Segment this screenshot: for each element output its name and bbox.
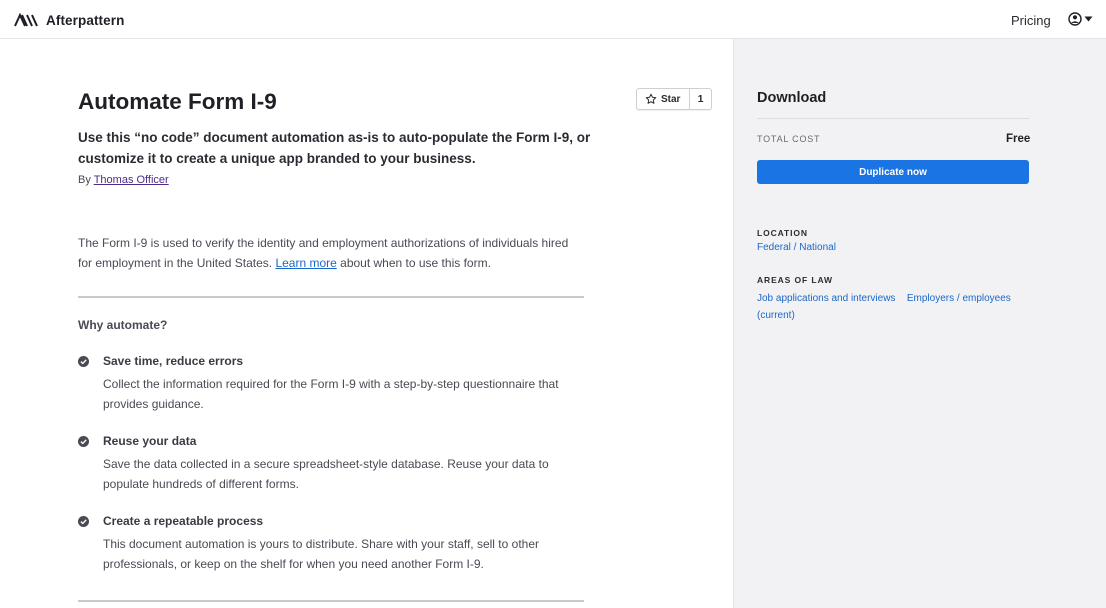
- feature-title: Reuse your data: [103, 434, 197, 448]
- feature-description: Collect the information required for the…: [103, 377, 559, 411]
- location-link[interactable]: Federal / National: [757, 242, 836, 253]
- byline-prefix: By: [78, 174, 91, 186]
- nav-pricing-link[interactable]: Pricing: [1011, 13, 1051, 28]
- sidebar-divider: [757, 118, 1029, 119]
- feature-description: Save the data collected in a secure spre…: [103, 457, 549, 491]
- intro-text-end: about when to use this form.: [336, 255, 491, 270]
- check-circle-icon: [78, 516, 89, 527]
- intro-paragraph: The Form I-9 is used to verify the ident…: [78, 234, 584, 273]
- check-circle-icon: [78, 436, 89, 447]
- brand-logo-link[interactable]: Afterpattern: [14, 10, 124, 30]
- feature-title: Create a repeatable process: [103, 514, 264, 528]
- page-title: Automate Form I-9: [78, 89, 277, 114]
- section-divider: [78, 600, 584, 602]
- feature-title: Save time, reduce errors: [103, 354, 244, 368]
- location-label: LOCATION: [757, 228, 808, 238]
- author-link[interactable]: Thomas Officer: [94, 174, 169, 186]
- caret-down-icon: [1084, 16, 1093, 22]
- check-circle-icon: [78, 356, 89, 367]
- total-cost-value: Free: [1006, 133, 1031, 145]
- area-of-law-link[interactable]: Job applications and interviews: [757, 293, 895, 304]
- duplicate-now-button[interactable]: Duplicate now: [757, 160, 1029, 184]
- top-navigation-bar: Afterpattern Pricing: [0, 0, 1106, 39]
- account-menu-button[interactable]: [1068, 12, 1093, 26]
- star-button[interactable]: Star 1: [636, 88, 712, 110]
- star-toggle[interactable]: Star: [637, 89, 689, 109]
- star-icon: [645, 93, 657, 104]
- areas-of-law-list: Job applications and interviews Employer…: [757, 289, 1037, 323]
- download-sidebar: Download TOTAL COST Free Duplicate now L…: [733, 39, 1106, 608]
- byline: By Thomas Officer: [78, 174, 169, 186]
- areas-of-law-label: AREAS OF LAW: [757, 275, 833, 285]
- page-subtitle: Use this “no code” document automation a…: [78, 130, 591, 166]
- user-circle-icon: [1068, 12, 1082, 26]
- download-heading: Download: [757, 90, 827, 106]
- star-count: 1: [689, 89, 711, 109]
- why-automate-heading: Why automate?: [78, 318, 168, 332]
- brand-name: Afterpattern: [46, 12, 125, 28]
- star-label: Star: [661, 93, 681, 105]
- section-divider: [78, 296, 584, 298]
- afterpattern-logo-icon: [14, 13, 38, 27]
- feature-description: This document automation is yours to dis…: [103, 537, 539, 571]
- total-cost-label: TOTAL COST: [757, 134, 821, 144]
- learn-more-link[interactable]: Learn more: [275, 256, 336, 270]
